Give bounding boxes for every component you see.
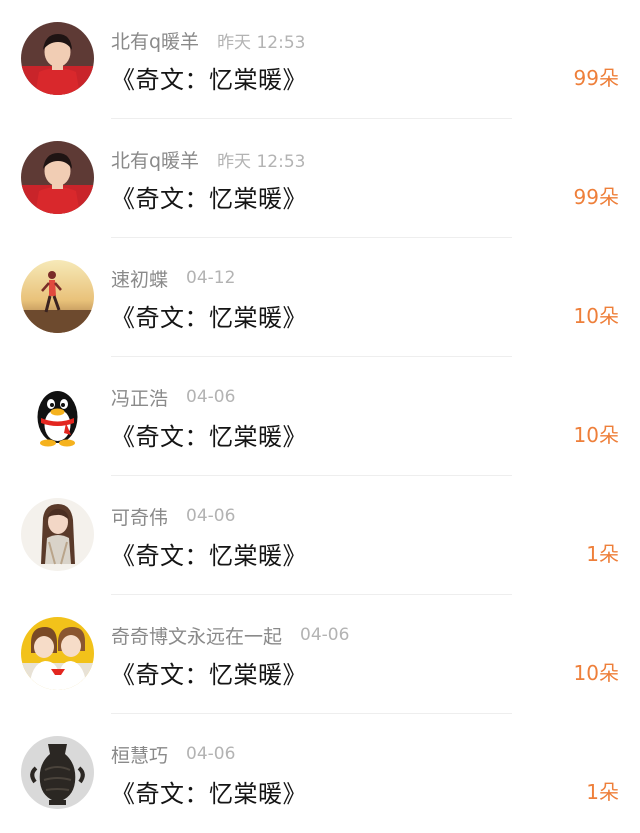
- avatar[interactable]: [21, 141, 94, 214]
- user-name[interactable]: 可奇伟: [111, 503, 168, 530]
- item-meta: 冯正浩 04-06: [111, 383, 235, 411]
- item-meta: 速初蝶 04-12: [111, 264, 235, 292]
- item-meta: 桓慧巧 04-06: [111, 740, 235, 768]
- item-meta: 北有q暖羊 昨天 12:53: [111, 26, 305, 54]
- flower-count: 99朵: [573, 185, 619, 209]
- timestamp: 04-06: [186, 506, 236, 526]
- girl-long-hair-avatar-icon: [21, 498, 94, 571]
- user-name[interactable]: 桓慧巧: [111, 741, 168, 768]
- list-item[interactable]: 北有q暖羊 昨天 12:53 《奇文：忆棠暖》 99朵: [0, 0, 640, 119]
- flower-count: 1朵: [586, 780, 619, 804]
- list-item[interactable]: 冯正浩 04-06 《奇文：忆棠暖》 10朵: [0, 357, 640, 476]
- qq-penguin-avatar-icon: [21, 379, 94, 452]
- book-title[interactable]: 《奇文：忆棠暖》: [111, 60, 307, 95]
- avatar[interactable]: [21, 736, 94, 809]
- flower-count: 10朵: [573, 661, 619, 685]
- boy-red-jacket-avatar-icon: [21, 22, 94, 95]
- flower-count: 99朵: [573, 66, 619, 90]
- avatar[interactable]: [21, 498, 94, 571]
- timestamp: 04-06: [186, 387, 236, 407]
- book-title[interactable]: 《奇文：忆棠暖》: [111, 417, 307, 452]
- book-title[interactable]: 《奇文：忆棠暖》: [111, 774, 307, 809]
- user-name[interactable]: 奇奇博文永远在一起: [111, 622, 282, 649]
- timestamp: 昨天 12:53: [217, 151, 306, 172]
- avatar[interactable]: [21, 260, 94, 333]
- item-meta: 奇奇博文永远在一起 04-06: [111, 621, 349, 649]
- book-title[interactable]: 《奇文：忆棠暖》: [111, 655, 307, 690]
- two-kids-avatar-icon: [21, 617, 94, 690]
- list-item[interactable]: 桓慧巧 04-06 《奇文：忆棠暖》 1朵: [0, 714, 640, 833]
- item-meta: 北有q暖羊 昨天 12:53: [111, 145, 305, 173]
- list-item[interactable]: 可奇伟 04-06 《奇文：忆棠暖》 1朵: [0, 476, 640, 595]
- timestamp: 04-06: [300, 625, 350, 645]
- book-title[interactable]: 《奇文：忆棠暖》: [111, 298, 307, 333]
- flower-count: 1朵: [586, 542, 619, 566]
- avatar[interactable]: [21, 617, 94, 690]
- runner-sunset-avatar-icon: [21, 260, 94, 333]
- timestamp: 04-06: [186, 744, 236, 764]
- list-item[interactable]: 奇奇博文永远在一起 04-06 《奇文：忆棠暖》 10朵: [0, 595, 640, 714]
- timestamp: 04-12: [186, 268, 236, 288]
- boy-red-jacket-avatar-icon: [21, 141, 94, 214]
- gift-list: 北有q暖羊 昨天 12:53 《奇文：忆棠暖》 99朵 北有q暖羊 昨天 12:…: [0, 0, 640, 833]
- user-name[interactable]: 北有q暖羊: [111, 27, 199, 54]
- flower-count: 10朵: [573, 423, 619, 447]
- book-title[interactable]: 《奇文：忆棠暖》: [111, 179, 307, 214]
- user-name[interactable]: 冯正浩: [111, 384, 168, 411]
- timestamp: 昨天 12:53: [217, 32, 306, 53]
- item-meta: 可奇伟 04-06: [111, 502, 235, 530]
- user-name[interactable]: 北有q暖羊: [111, 146, 199, 173]
- bronze-vase-avatar-icon: [21, 736, 94, 809]
- avatar[interactable]: [21, 22, 94, 95]
- flower-count: 10朵: [573, 304, 619, 328]
- book-title[interactable]: 《奇文：忆棠暖》: [111, 536, 307, 571]
- avatar[interactable]: [21, 379, 94, 452]
- user-name[interactable]: 速初蝶: [111, 265, 168, 292]
- list-item[interactable]: 速初蝶 04-12 《奇文：忆棠暖》 10朵: [0, 238, 640, 357]
- list-item[interactable]: 北有q暖羊 昨天 12:53 《奇文：忆棠暖》 99朵: [0, 119, 640, 238]
